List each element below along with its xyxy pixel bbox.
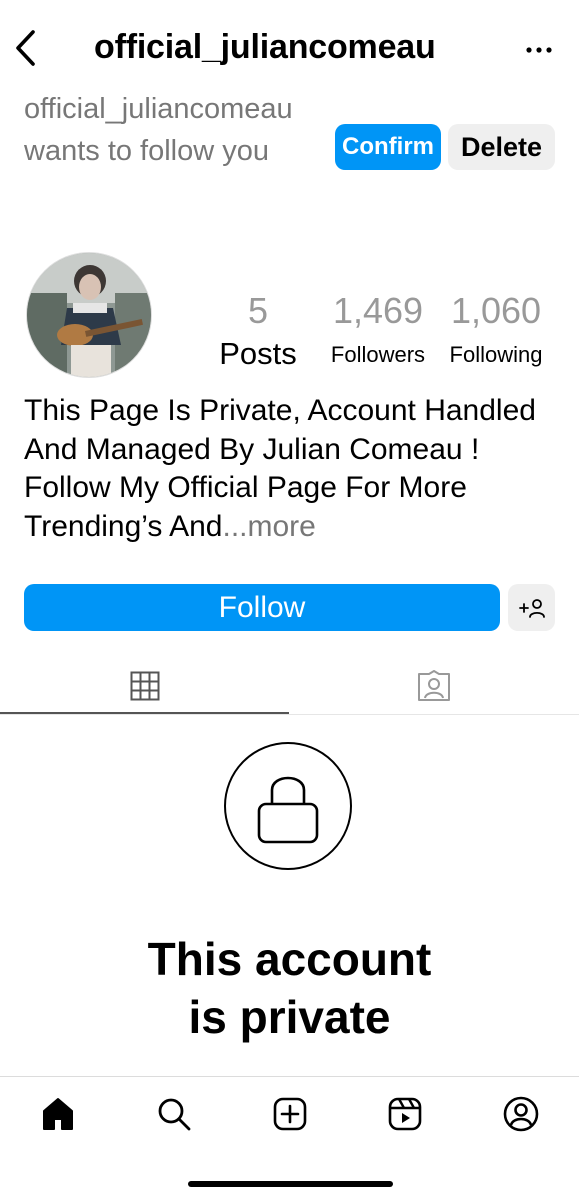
private-account-title: This account is private — [0, 930, 579, 1046]
grid-icon — [130, 671, 159, 701]
tab-grid[interactable] — [0, 660, 289, 712]
nav-profile[interactable] — [497, 1090, 545, 1138]
followers-count: 1,469 — [332, 290, 424, 331]
follow-button[interactable]: Follow — [24, 584, 500, 631]
page-title: official_juliancomeau — [94, 28, 436, 66]
search-icon — [158, 1098, 191, 1131]
home-icon — [43, 1098, 73, 1130]
profile-photo — [27, 253, 151, 377]
delete-button[interactable]: Delete — [448, 124, 555, 170]
more-horizontal-icon — [526, 47, 552, 53]
more-options-button[interactable] — [524, 30, 554, 70]
home-indicator — [188, 1181, 393, 1187]
posts-count: 5 — [247, 290, 269, 331]
tab-divider — [0, 714, 579, 715]
nav-home[interactable] — [34, 1090, 82, 1138]
tab-tagged[interactable] — [289, 660, 579, 712]
reels-icon — [388, 1097, 422, 1131]
following-label: Following — [449, 342, 543, 367]
posts-label: Posts — [219, 336, 297, 371]
suggested-accounts-button[interactable] — [508, 584, 555, 631]
private-lock-badge — [224, 742, 352, 870]
following-stat[interactable]: 1,060 Following — [440, 290, 552, 368]
lock-icon — [257, 776, 319, 844]
followers-stat[interactable]: 1,469 Followers — [322, 290, 434, 368]
private-title-line2: is private — [188, 991, 391, 1043]
confirm-button[interactable]: Confirm — [335, 124, 441, 170]
bio: This Page Is Private, Account Handled An… — [24, 392, 554, 546]
chevron-left-icon — [16, 30, 35, 66]
follow-request-text: official_juliancomeau wants to follow yo… — [24, 93, 293, 167]
nav-reels[interactable] — [381, 1090, 429, 1138]
following-count: 1,060 — [450, 290, 542, 331]
add-person-icon — [518, 598, 545, 618]
posts-stat: 5 Posts — [210, 290, 306, 372]
nav-create[interactable] — [266, 1090, 314, 1138]
avatar[interactable] — [26, 252, 152, 378]
bio-ellipsis: ... — [222, 509, 248, 543]
bio-more-link[interactable]: more — [248, 510, 316, 543]
create-icon — [273, 1097, 307, 1131]
bottom-nav-divider — [0, 1076, 579, 1077]
back-button[interactable] — [8, 28, 44, 68]
tagged-icon — [418, 670, 450, 701]
private-title-line1: This account — [147, 933, 432, 985]
profile-icon — [503, 1096, 539, 1132]
nav-search[interactable] — [150, 1090, 198, 1138]
followers-label: Followers — [330, 342, 426, 367]
